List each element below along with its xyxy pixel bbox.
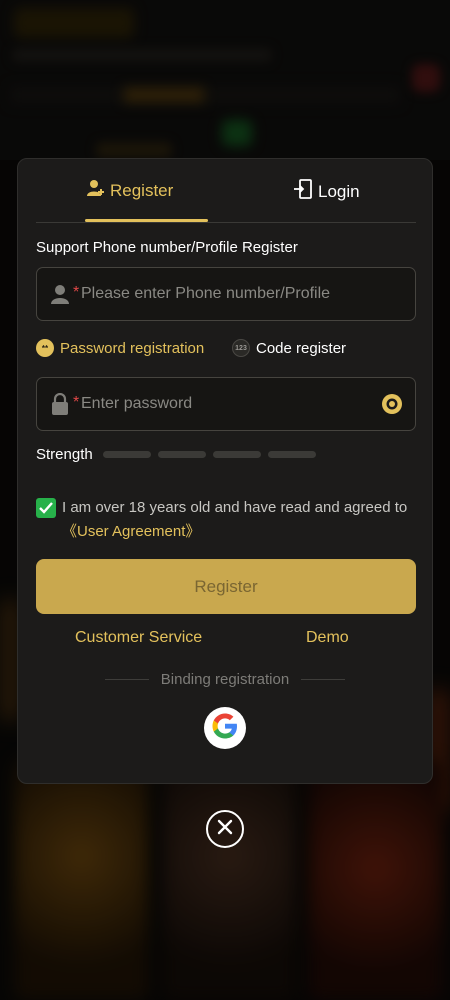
binding-registration-divider: Binding registration <box>18 671 432 688</box>
user-icon <box>49 283 71 305</box>
strength-bar <box>267 451 316 458</box>
register-method-label: Support Phone number/Profile Register <box>36 239 298 256</box>
lock-icon <box>49 393 71 415</box>
google-icon <box>209 710 241 747</box>
check-icon <box>39 502 53 514</box>
user-agreement-link[interactable]: 《User Agreement》 <box>62 523 200 540</box>
register-button[interactable]: Register <box>36 559 416 614</box>
strength-bar <box>212 451 261 458</box>
code-register-option[interactable]: 123 Code register <box>232 339 346 357</box>
phone-input-box: * <box>36 267 416 321</box>
divider-line <box>301 679 346 680</box>
eye-icon[interactable] <box>381 393 403 415</box>
code-mode-icon: 123 <box>232 339 250 357</box>
password-registration-option[interactable]: ** Password registration <box>36 339 204 357</box>
close-icon <box>217 819 233 840</box>
footer-links: Customer Service Demo <box>18 629 432 651</box>
password-input[interactable] <box>81 378 391 430</box>
user-add-icon <box>86 179 104 202</box>
google-login-button[interactable] <box>204 707 246 749</box>
register-modal: Register Login Support Phone number/Prof… <box>17 158 433 784</box>
tab-login-label: Login <box>318 181 360 201</box>
password-mode-icon: ** <box>36 339 54 357</box>
code-register-label: Code register <box>256 339 347 357</box>
strength-meter <box>102 451 316 458</box>
close-modal-button[interactable] <box>206 810 244 848</box>
strength-label: Strength <box>36 446 93 463</box>
agreement-checkbox[interactable] <box>36 498 56 518</box>
demo-link[interactable]: Demo <box>306 629 349 647</box>
customer-service-link[interactable]: Customer Service <box>75 629 202 647</box>
binding-registration-label: Binding registration <box>160 671 290 688</box>
tab-login[interactable]: Login <box>294 179 360 204</box>
agreement-text: I am over 18 years old and have read and… <box>62 499 408 516</box>
password-input-box: * <box>36 377 416 431</box>
auth-tabs: Register Login <box>36 159 416 223</box>
tab-register[interactable]: Register <box>86 179 173 202</box>
required-mark: * <box>73 394 80 411</box>
register-mode-options: ** Password registration 123 Code regist… <box>36 339 416 361</box>
strength-bar <box>157 451 206 458</box>
tab-register-label: Register <box>110 180 174 200</box>
password-registration-label: Password registration <box>60 339 205 357</box>
required-mark: * <box>73 284 80 301</box>
active-tab-indicator <box>85 219 208 222</box>
login-door-icon <box>294 179 312 204</box>
strength-bar <box>102 451 151 458</box>
agreement-row: I am over 18 years old and have read and… <box>36 496 420 544</box>
divider-line <box>104 679 149 680</box>
agreement-text-wrap: I am over 18 years old and have read and… <box>62 496 420 544</box>
phone-input[interactable] <box>81 268 391 320</box>
password-strength: Strength <box>36 446 316 463</box>
